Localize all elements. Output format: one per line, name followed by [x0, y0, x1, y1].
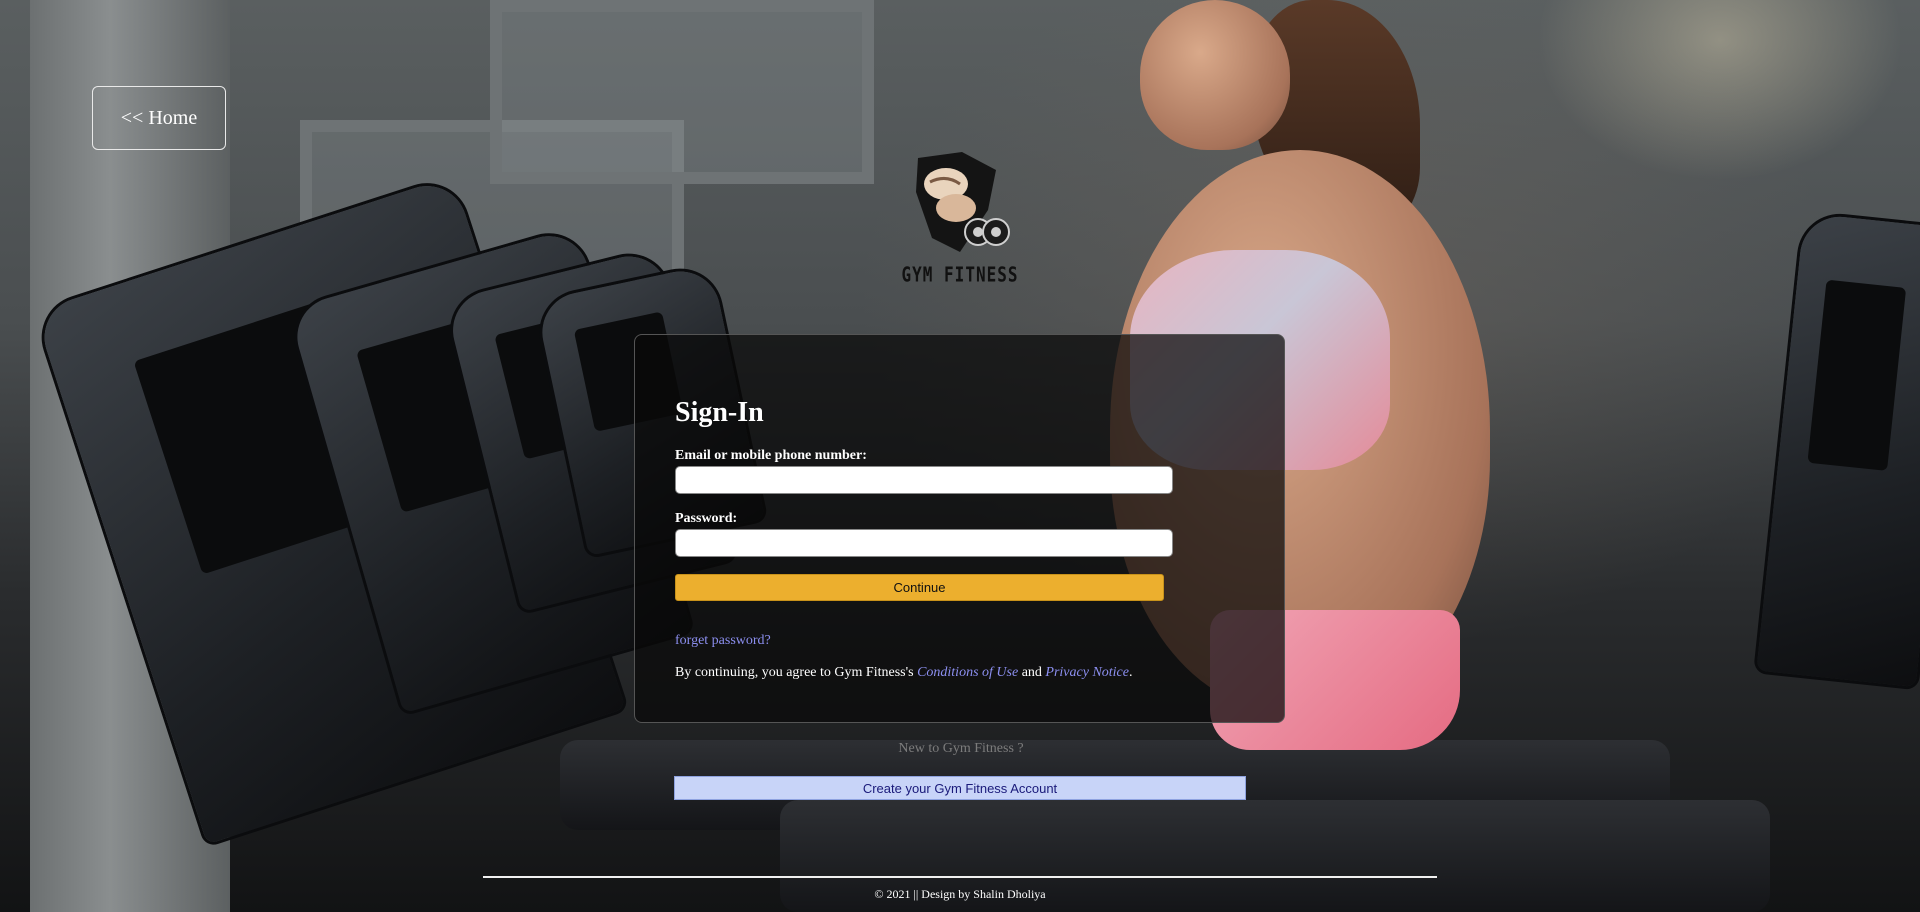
email-field[interactable] — [675, 466, 1173, 494]
privacy-notice-link[interactable]: Privacy Notice — [1045, 665, 1129, 680]
signin-title: Sign-In — [675, 397, 764, 428]
logo-emblem-icon — [916, 152, 1010, 252]
footer-divider — [483, 876, 1437, 878]
bg-runner-face — [1140, 0, 1290, 150]
password-label: Password: — [675, 511, 738, 526]
new-to-label: New to Gym Fitness ? — [898, 741, 1024, 756]
logo-text: GYM FITNESS — [901, 262, 1019, 287]
bg-window — [490, 0, 874, 184]
email-label: Email or mobile phone number: — [675, 448, 867, 463]
continue-button[interactable]: Continue — [675, 574, 1164, 601]
signin-card: Sign-In Email or mobile phone number: Pa… — [634, 334, 1285, 723]
conditions-of-use-link[interactable]: Conditions of Use — [917, 665, 1018, 680]
terms-prefix: By continuing, you agree to Gym Fitness'… — [675, 665, 918, 680]
terms-and: and — [1018, 665, 1046, 680]
terms-suffix: . — [1128, 665, 1133, 680]
forget-password-link[interactable]: forget password? — [675, 633, 771, 649]
new-to-text: New to Gym Fitness ? — [0, 741, 1920, 757]
password-field[interactable] — [675, 529, 1173, 557]
create-account-button[interactable]: Create your Gym Fitness Account — [674, 776, 1246, 800]
footer-text: © 2021 || Design by Shalin Dholiya — [874, 887, 1046, 901]
home-button[interactable]: << Home — [92, 86, 226, 150]
gym-fitness-logo: GYM FITNESS — [900, 152, 1020, 290]
bg-treadmill — [1756, 212, 1920, 688]
terms-notice: By continuing, you agree to Gym Fitness'… — [675, 665, 1132, 681]
